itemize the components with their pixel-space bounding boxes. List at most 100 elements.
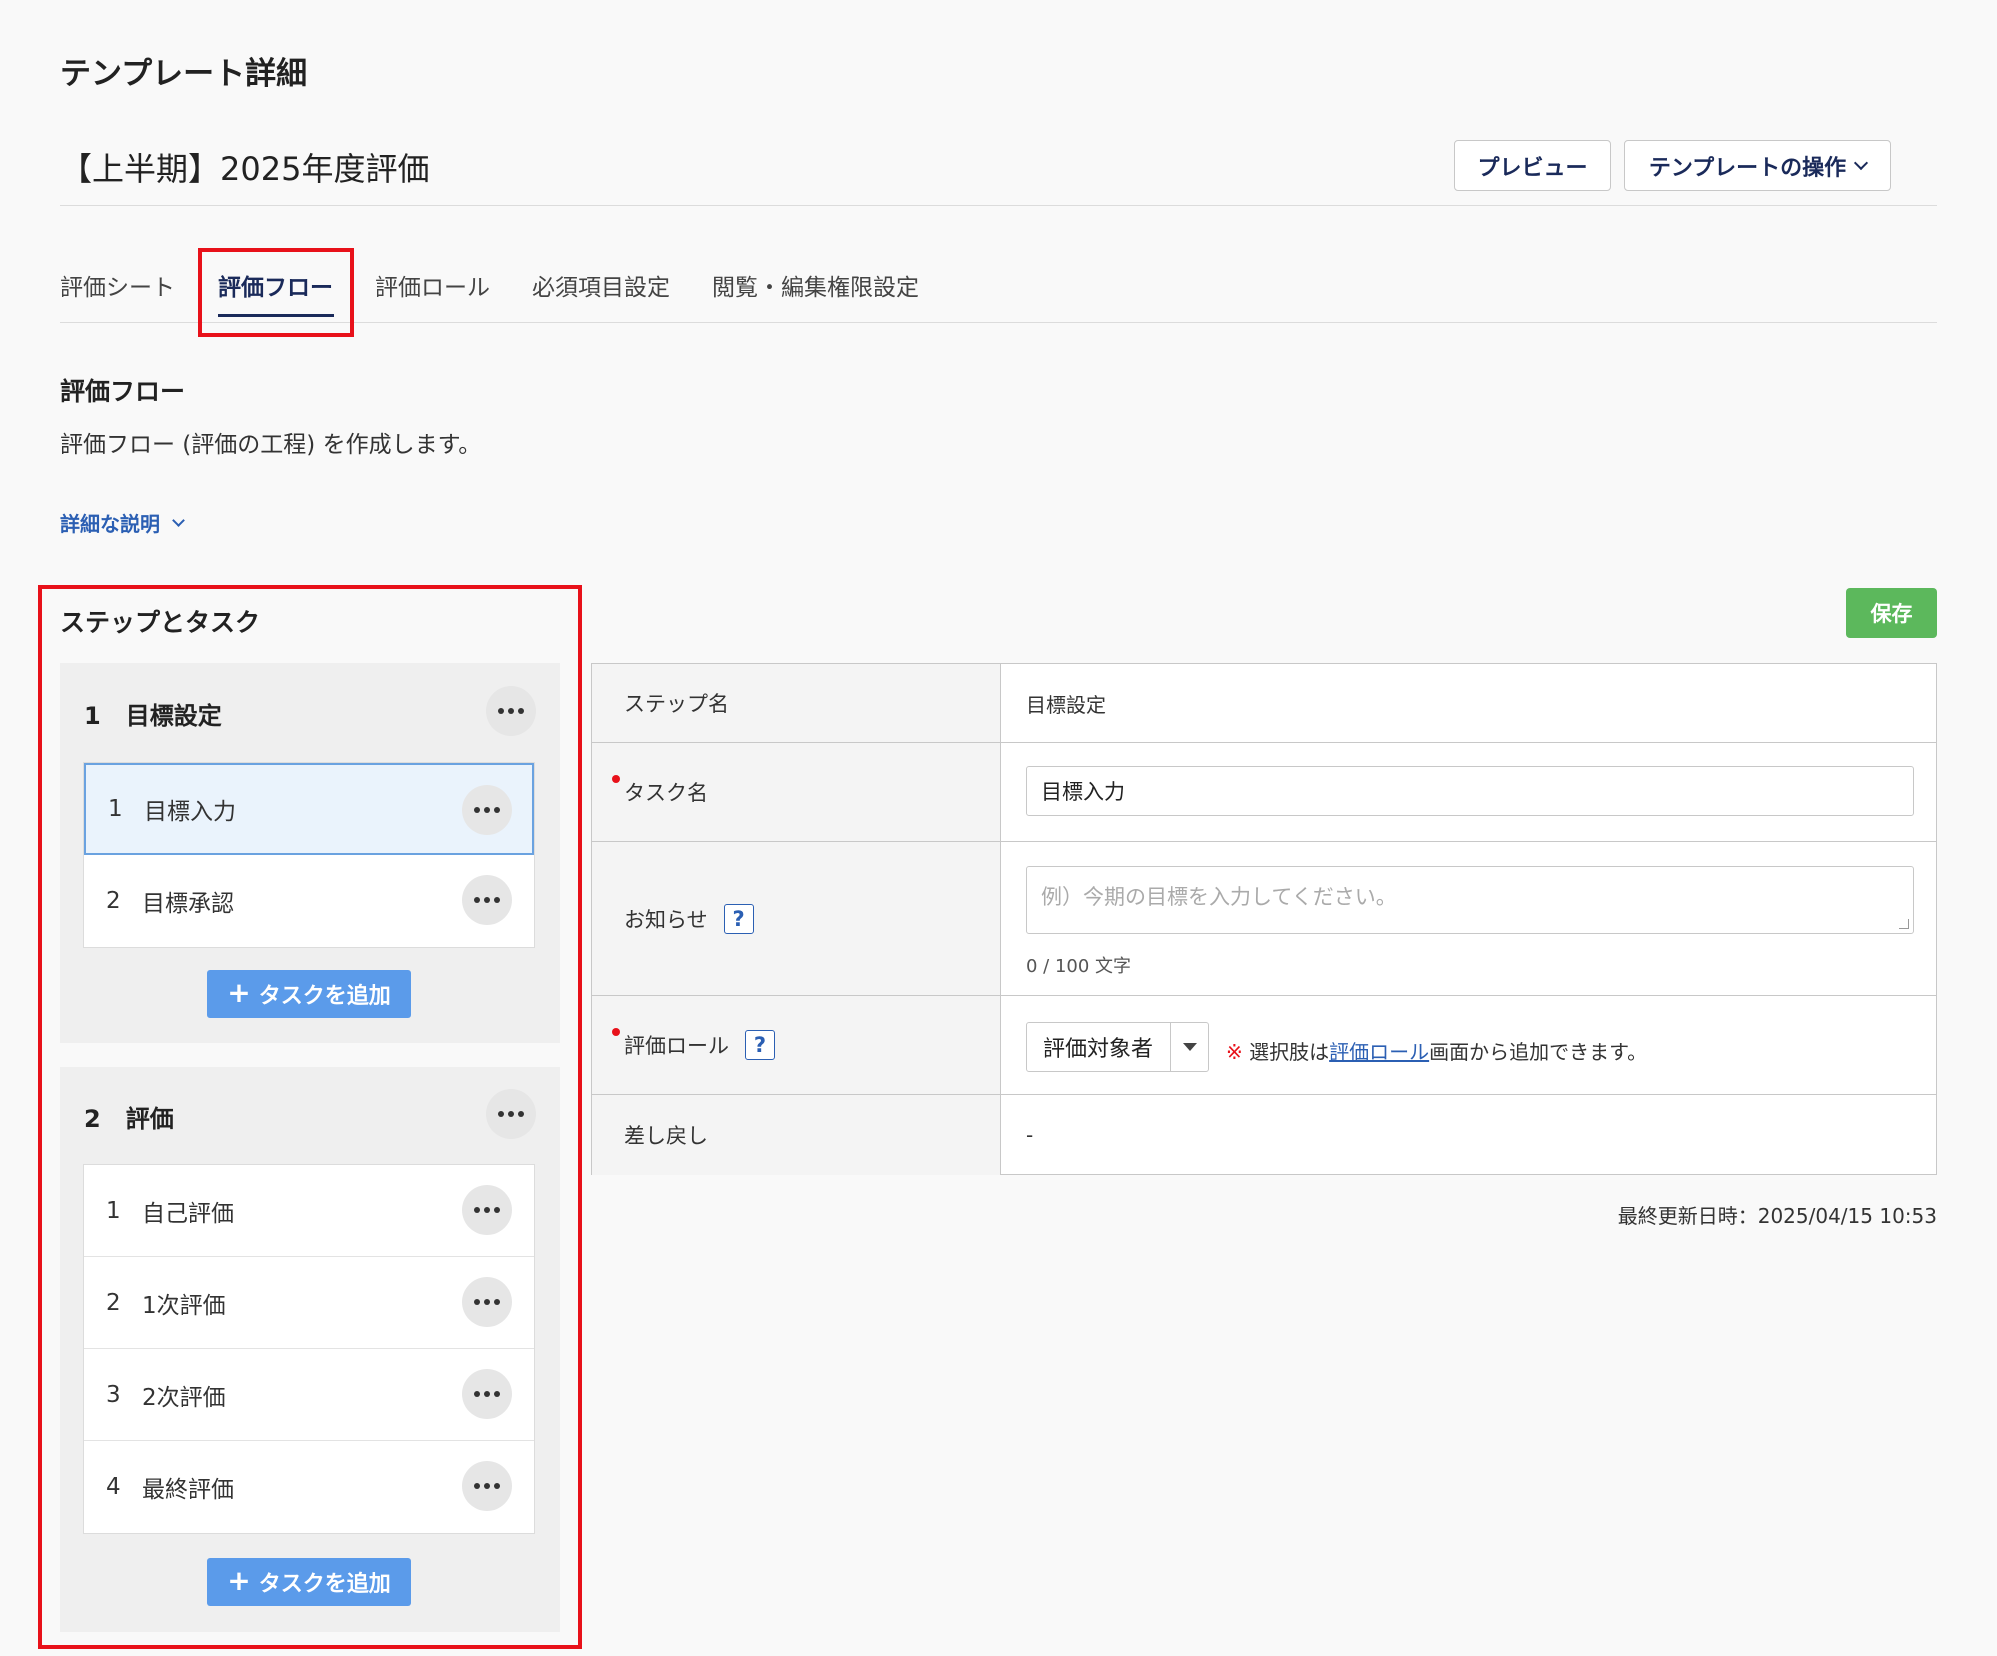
step-header: 2 評価 [84, 1099, 174, 1134]
form-row-role: 評価ロール ? 評価対象者 ※ 選択肢は評価ロール画面から追加できます。 [592, 996, 1936, 1095]
more-dots-icon [474, 1391, 480, 1397]
task-row[interactable]: 2 1次評価 [84, 1257, 534, 1349]
task-more-button[interactable] [462, 1369, 512, 1419]
save-button[interactable]: 保存 [1846, 588, 1937, 638]
step-more-button[interactable] [486, 1089, 536, 1139]
template-operations-label: テンプレートの操作 [1648, 155, 1847, 181]
role-screen-link[interactable]: 評価ロール [1329, 1040, 1429, 1064]
plus-icon: + [227, 976, 251, 1009]
form-row-sendback: 差し戻し - [592, 1095, 1936, 1175]
dropdown-caret-icon[interactable] [1170, 1023, 1208, 1071]
step-number: 2 [84, 1105, 101, 1133]
header-divider [60, 205, 1937, 206]
notice-label: お知らせ [624, 907, 708, 932]
more-dots-icon [498, 1111, 504, 1117]
tab-required-fields[interactable]: 必須項目設定 [532, 268, 670, 302]
task-number: 3 [106, 1381, 121, 1408]
role-select-value: 評価対象者 [1043, 1037, 1154, 1062]
required-marker [612, 1028, 620, 1036]
required-marker [612, 775, 620, 783]
role-note: ※ 選択肢は評価ロール画面から追加できます。 [1226, 1036, 1647, 1065]
add-task-button[interactable]: + タスクを追加 [207, 970, 411, 1018]
add-task-button[interactable]: + タスクを追加 [207, 1558, 411, 1606]
step-name-value: 目標設定 [1026, 692, 1106, 717]
step-name: 評価 [125, 1105, 174, 1133]
note-post: 画面から追加できます。 [1429, 1040, 1648, 1064]
task-more-button[interactable] [462, 1277, 512, 1327]
sendback-value: - [1026, 1123, 1034, 1147]
task-more-button[interactable] [462, 785, 512, 835]
chevron-down-icon [172, 513, 185, 527]
steps-panel-title: ステップとタスク [60, 608, 261, 637]
more-dots-icon [474, 897, 480, 903]
task-number: 2 [106, 888, 121, 914]
task-row[interactable]: 1 目標入力 [84, 763, 534, 855]
resize-handle-icon[interactable] [1899, 919, 1909, 929]
role-select[interactable]: 評価対象者 [1026, 1022, 1209, 1072]
task-name: 1次評価 [142, 1292, 226, 1319]
role-label: 評価ロール [624, 1034, 729, 1058]
step-name-label: ステップ名 [592, 664, 1001, 742]
task-list: 1 自己評価 2 1次評価 3 2次評価 4 最終評価 [83, 1164, 535, 1534]
page-heading: テンプレート詳細 [60, 56, 308, 92]
help-icon[interactable]: ? [723, 903, 754, 934]
task-name-cell: 目標入力 [1002, 743, 1936, 841]
role-label-cell: 評価ロール ? [592, 996, 1001, 1094]
tab-highlight-box [198, 248, 354, 337]
template-name: 【上半期】2025年度評価 [60, 150, 430, 188]
notice-placeholder: 例）今期の目標を入力してください。 [1041, 885, 1397, 909]
step-name: 目標設定 [125, 702, 222, 730]
details-toggle-link[interactable]: 詳細な説明 [60, 508, 185, 537]
more-dots-icon [474, 1483, 480, 1489]
notice-label-cell: お知らせ ? [592, 842, 1001, 995]
task-row[interactable]: 2 目標承認 [84, 855, 534, 947]
details-toggle-label: 詳細な説明 [60, 512, 160, 536]
preview-button-label: プレビュー [1477, 155, 1588, 181]
template-operations-button[interactable]: テンプレートの操作 [1624, 140, 1891, 191]
task-list: 1 目標入力 2 目標承認 [83, 762, 535, 948]
chevron-down-icon [1854, 155, 1869, 170]
note-mark: ※ [1226, 1040, 1243, 1064]
task-more-button[interactable] [462, 1185, 512, 1235]
plus-icon: + [227, 1564, 251, 1597]
help-icon[interactable]: ? [745, 1030, 775, 1060]
notice-char-counter: 0 / 100 文字 [1026, 956, 1132, 977]
task-number: 4 [106, 1474, 121, 1500]
notice-textarea[interactable]: 例）今期の目標を入力してください。 [1026, 866, 1914, 934]
task-name: 自己評価 [142, 1200, 234, 1227]
task-name: 2次評価 [142, 1384, 226, 1411]
task-name-label-cell: タスク名 [592, 743, 1001, 841]
task-name-label: タスク名 [624, 781, 708, 805]
form-row-task-name: タスク名 目標入力 [592, 743, 1936, 842]
step-more-button[interactable] [486, 686, 536, 736]
task-name: 目標入力 [144, 799, 236, 825]
task-name: 最終評価 [142, 1477, 234, 1503]
task-number: 1 [108, 796, 123, 822]
note-pre: 選択肢は [1242, 1040, 1330, 1064]
task-row[interactable]: 3 2次評価 [84, 1349, 534, 1441]
more-dots-icon [474, 1207, 480, 1213]
task-name-input[interactable]: 目標入力 [1026, 766, 1914, 816]
step-number: 1 [84, 702, 101, 730]
tab-evaluation-role[interactable]: 評価ロール [375, 268, 490, 302]
add-task-label: タスクを追加 [258, 1572, 391, 1597]
preview-button[interactable]: プレビュー [1454, 140, 1611, 191]
task-row[interactable]: 4 最終評価 [84, 1441, 534, 1533]
sendback-label: 差し戻し [592, 1095, 1001, 1175]
task-more-button[interactable] [462, 875, 512, 925]
task-more-button[interactable] [462, 1461, 512, 1511]
more-dots-icon [474, 1299, 480, 1305]
task-number: 2 [106, 1289, 121, 1316]
role-cell: 評価対象者 ※ 選択肢は評価ロール画面から追加できます。 [1002, 996, 1936, 1094]
task-number: 1 [106, 1197, 121, 1224]
tab-evaluation-sheet[interactable]: 評価シート [60, 268, 175, 302]
add-task-label: タスクを追加 [258, 984, 391, 1009]
tab-view-edit-permissions[interactable]: 閲覧・編集権限設定 [712, 268, 919, 302]
form-row-notice: お知らせ ? 例）今期の目標を入力してください。 0 / 100 文字 [592, 842, 1936, 996]
section-description: 評価フロー (評価の工程) を作成します。 [60, 432, 482, 458]
last-updated: 最終更新日時：2025/04/15 10:53 [1617, 1204, 1937, 1228]
task-row[interactable]: 1 自己評価 [84, 1165, 534, 1257]
notice-cell: 例）今期の目標を入力してください。 0 / 100 文字 [1002, 842, 1936, 995]
step-header: 1 目標設定 [84, 696, 222, 731]
task-name: 目標承認 [142, 891, 234, 917]
